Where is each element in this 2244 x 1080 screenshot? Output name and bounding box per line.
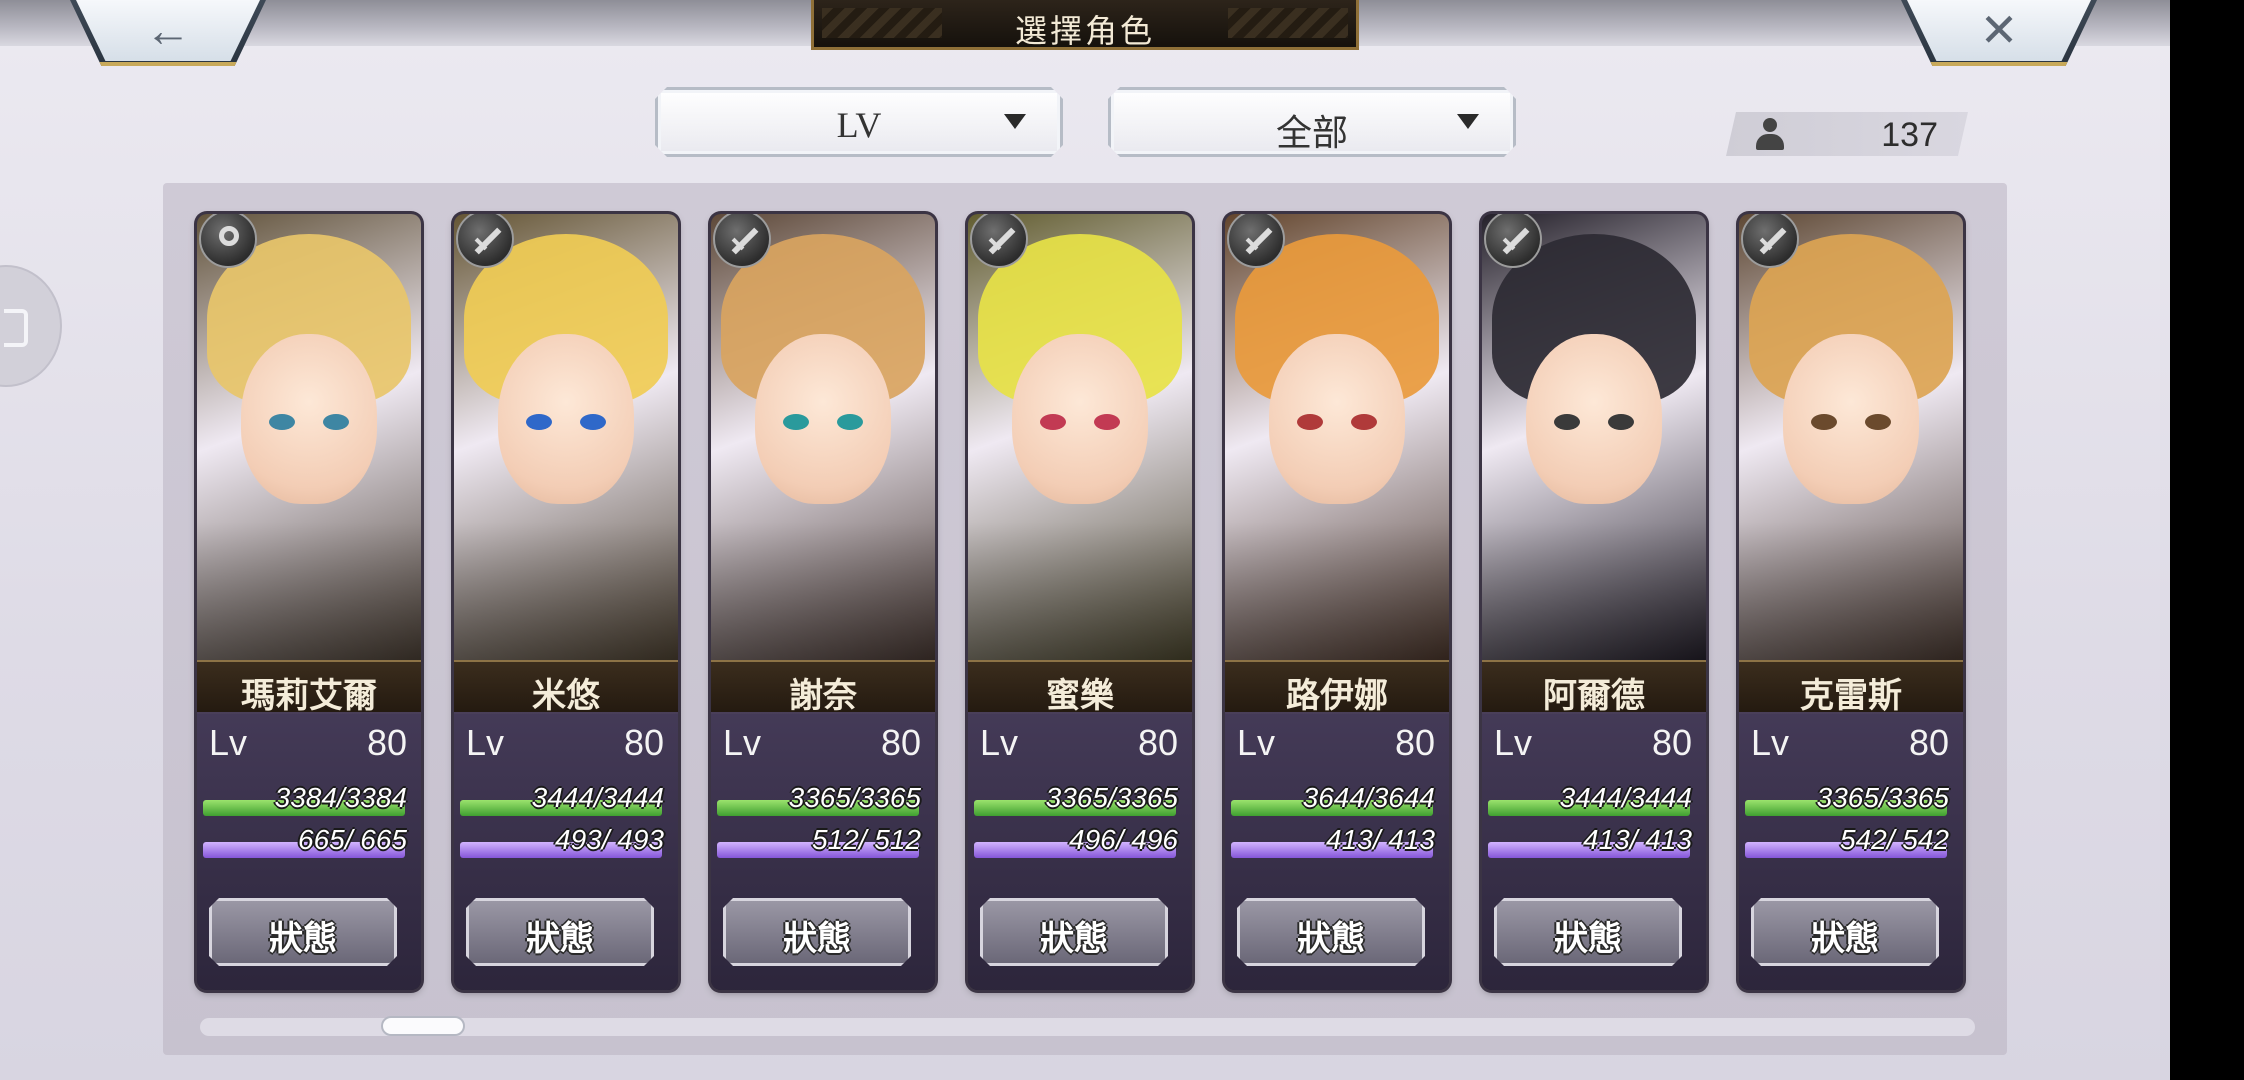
character-name-bar: 瑪莉艾爾 <box>197 660 421 715</box>
character-name-bar: 謝奈 <box>711 660 935 715</box>
status-button-label: 狀態 <box>526 920 594 958</box>
level-label: Lv <box>1751 722 1790 763</box>
level-value: 80 <box>623 722 664 763</box>
level-value: 80 <box>1651 722 1692 763</box>
sort-dropdown-value: LV <box>836 105 882 145</box>
mp-value: 496/ 496 <box>1069 824 1178 855</box>
level-label: Lv <box>1237 722 1276 763</box>
status-button-label: 狀態 <box>783 920 851 958</box>
hp-value: 3644/3644 <box>1302 782 1435 813</box>
character-card[interactable]: 瑪莉艾爾 Lv 80 3384/3384 665/ 665 狀態 <box>197 214 421 990</box>
character-card[interactable]: 路伊娜 Lv 80 3644/3644 413/ 413 狀態 <box>1225 214 1449 990</box>
mp-value: 413/ 413 <box>1326 824 1435 855</box>
character-name: 阿爾德 <box>1543 678 1645 715</box>
filter-dropdown[interactable]: 全部 <box>1108 87 1516 157</box>
scrollbar-thumb[interactable] <box>381 1016 465 1036</box>
back-arrow-icon: ← <box>145 4 191 56</box>
character-card[interactable]: 蜜樂 Lv 80 3365/3365 496/ 496 狀態 <box>968 214 1192 990</box>
status-button[interactable]: 狀態 <box>1494 898 1682 966</box>
status-button[interactable]: 狀態 <box>466 898 654 966</box>
status-button[interactable]: 狀態 <box>1751 898 1939 966</box>
status-button[interactable]: 狀態 <box>980 898 1168 966</box>
character-count: 137 <box>1726 112 1968 156</box>
character-name: 謝奈 <box>789 678 857 715</box>
character-name: 瑪莉艾爾 <box>241 678 377 715</box>
level-value: 80 <box>1908 722 1949 763</box>
level-value: 80 <box>1137 722 1178 763</box>
page-title-banner: 選擇角色 <box>811 0 1359 50</box>
level-value: 80 <box>366 722 407 763</box>
horizontal-scrollbar[interactable] <box>200 1018 1975 1036</box>
person-icon <box>1756 118 1784 150</box>
character-name-bar: 路伊娜 <box>1225 660 1449 715</box>
hp-value: 3365/3365 <box>788 782 921 813</box>
mp-value: 512/ 512 <box>812 824 921 855</box>
chevron-down-icon <box>1004 114 1026 129</box>
level-label: Lv <box>466 722 505 763</box>
mp-value: 542/ 542 <box>1840 824 1949 855</box>
character-name: 蜜樂 <box>1046 678 1114 715</box>
mp-value: 665/ 665 <box>298 824 407 855</box>
character-card[interactable]: 謝奈 Lv 80 3365/3365 512/ 512 狀態 <box>711 214 935 990</box>
drawer-icon <box>4 309 28 347</box>
sort-dropdown[interactable]: LV <box>655 87 1063 157</box>
level-label: Lv <box>980 722 1019 763</box>
character-portrait <box>197 214 421 662</box>
level-label: Lv <box>1494 722 1533 763</box>
character-name-bar: 米悠 <box>454 660 678 715</box>
hp-value: 3384/3384 <box>274 782 407 813</box>
character-name: 米悠 <box>532 678 600 715</box>
character-portrait <box>711 214 935 662</box>
back-button[interactable]: ← <box>70 0 266 66</box>
character-card[interactable]: 克雷斯 Lv 80 3365/3365 542/ 542 狀態 <box>1739 214 1963 990</box>
character-name-bar: 蜜樂 <box>968 660 1192 715</box>
character-count-value: 137 <box>1881 116 1938 154</box>
status-button[interactable]: 狀態 <box>1237 898 1425 966</box>
character-portrait <box>968 214 1192 662</box>
character-card[interactable]: 米悠 Lv 80 3444/3444 493/ 493 狀態 <box>454 214 678 990</box>
level-label: Lv <box>209 722 248 763</box>
status-button[interactable]: 狀態 <box>209 898 397 966</box>
character-name-bar: 阿爾德 <box>1482 660 1706 715</box>
status-button-label: 狀態 <box>1297 920 1365 958</box>
character-name-bar: 克雷斯 <box>1739 660 1963 715</box>
mp-value: 413/ 413 <box>1583 824 1692 855</box>
status-button-label: 狀態 <box>1811 920 1879 958</box>
chevron-down-icon <box>1457 114 1479 129</box>
hp-value: 3365/3365 <box>1816 782 1949 813</box>
hp-value: 3365/3365 <box>1045 782 1178 813</box>
character-portrait <box>1739 214 1963 662</box>
hp-value: 3444/3444 <box>531 782 664 813</box>
status-button-label: 狀態 <box>269 920 337 958</box>
filter-dropdown-value: 全部 <box>1275 113 1348 153</box>
status-button-label: 狀態 <box>1554 920 1622 958</box>
level-value: 80 <box>1394 722 1435 763</box>
character-name: 克雷斯 <box>1800 678 1902 715</box>
page-title: 選擇角色 <box>1014 13 1155 49</box>
side-drawer-handle[interactable] <box>0 265 62 387</box>
close-button[interactable]: ✕ <box>1901 0 2097 66</box>
screen-edge <box>2170 0 2244 1080</box>
status-button-label: 狀態 <box>1040 920 1108 958</box>
character-portrait <box>454 214 678 662</box>
level-value: 80 <box>880 722 921 763</box>
status-button[interactable]: 狀態 <box>723 898 911 966</box>
character-portrait <box>1225 214 1449 662</box>
mp-value: 493/ 493 <box>555 824 664 855</box>
level-label: Lv <box>723 722 762 763</box>
close-icon: ✕ <box>1979 4 2019 56</box>
hp-value: 3444/3444 <box>1559 782 1692 813</box>
character-name: 路伊娜 <box>1286 678 1388 715</box>
character-card[interactable]: 阿爾德 Lv 80 3444/3444 413/ 413 狀態 <box>1482 214 1706 990</box>
character-portrait <box>1482 214 1706 662</box>
